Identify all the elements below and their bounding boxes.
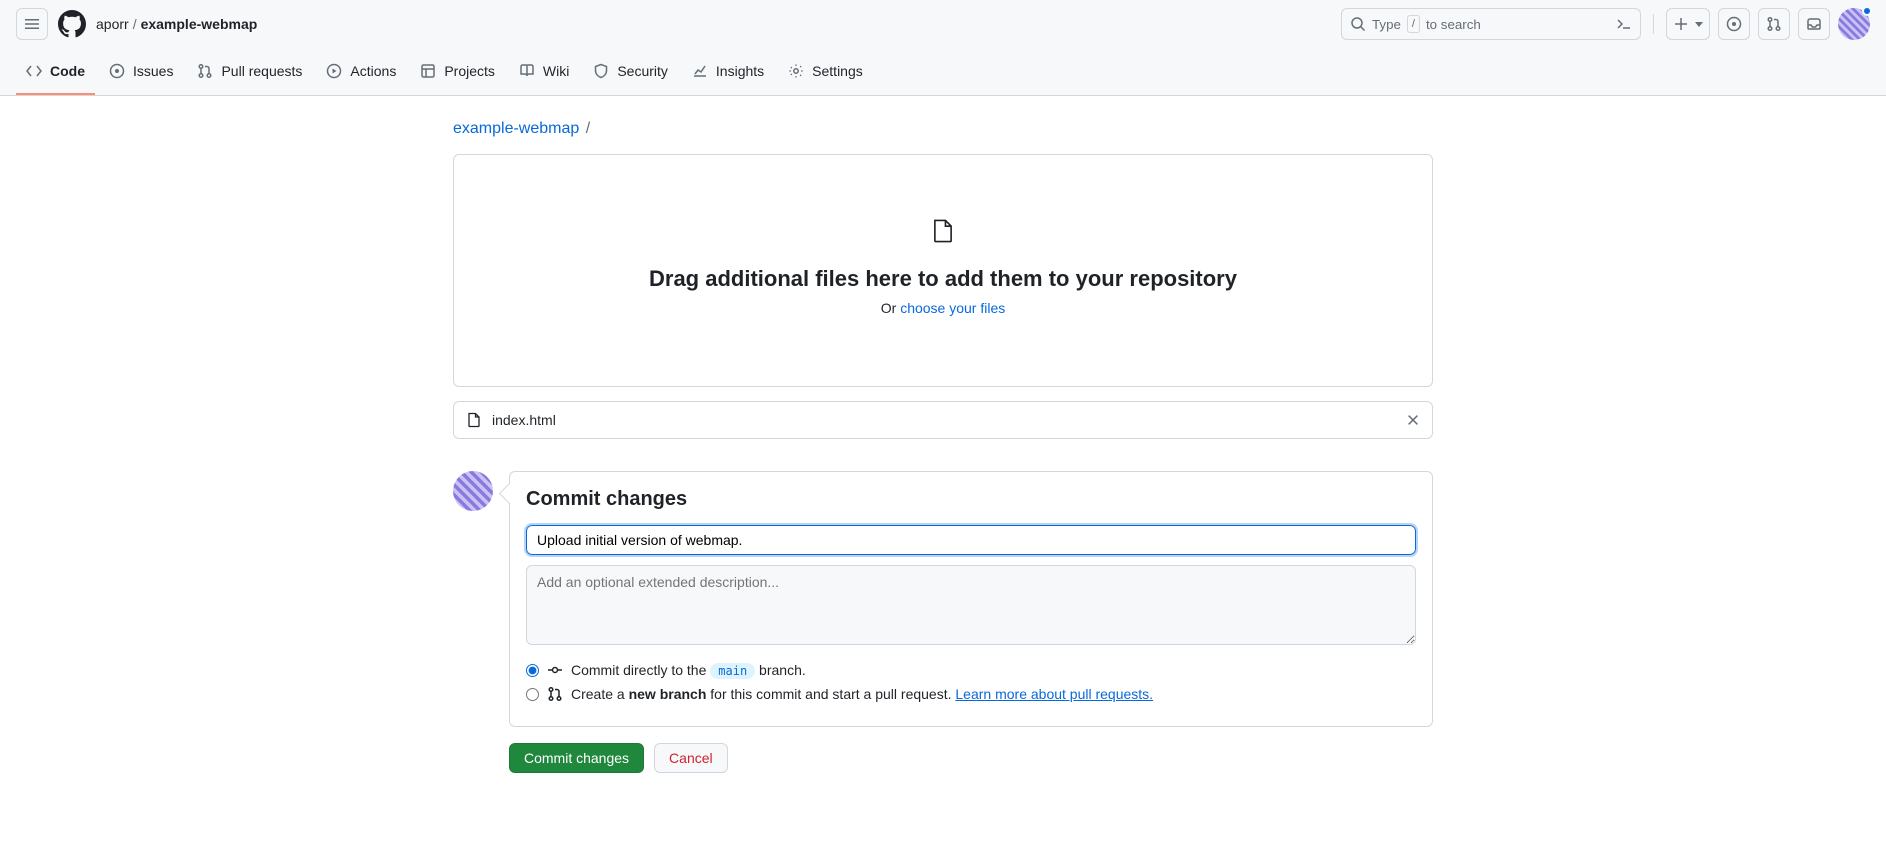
uploaded-file-row: index.html xyxy=(453,401,1433,439)
tab-insights[interactable]: Insights xyxy=(682,49,774,95)
commit-direct-text: Commit directly to the xyxy=(571,662,710,678)
commit-direct-option[interactable]: Commit directly to the main branch. xyxy=(526,662,1416,678)
commit-branch-bold: new branch xyxy=(629,686,707,702)
path-repo-link[interactable]: example-webmap xyxy=(453,120,579,137)
learn-pr-link[interactable]: Learn more about pull requests. xyxy=(955,686,1153,702)
dropzone-title: Drag additional files here to add them t… xyxy=(474,266,1412,292)
tab-label: Projects xyxy=(444,63,495,79)
global-search[interactable]: Type / to search xyxy=(1341,8,1641,40)
caret-down-icon xyxy=(1695,20,1703,28)
file-path-breadcrumb: example-webmap / xyxy=(453,120,1433,138)
breadcrumb-repo[interactable]: example-webmap xyxy=(141,16,258,32)
tab-label: Security xyxy=(617,63,668,79)
hamburger-icon xyxy=(24,16,40,32)
dropzone-or-text: Or xyxy=(881,300,900,316)
commit-direct-radio[interactable] xyxy=(526,664,539,677)
tab-settings[interactable]: Settings xyxy=(778,49,873,95)
commit-branch-radio[interactable] xyxy=(526,688,539,701)
commit-direct-suffix: branch. xyxy=(755,662,806,678)
notification-dot-icon xyxy=(1862,6,1872,16)
tab-security[interactable]: Security xyxy=(583,49,678,95)
tab-code[interactable]: Code xyxy=(16,49,95,95)
tab-label: Pull requests xyxy=(221,63,302,79)
commit-summary-input[interactable] xyxy=(526,525,1416,555)
search-slash-key: / xyxy=(1407,15,1420,33)
issue-opened-icon xyxy=(1726,16,1742,32)
commit-section: Commit changes Commit directly to the ma… xyxy=(453,471,1433,727)
dropzone-subtitle: Or choose your files xyxy=(474,300,1412,316)
repo-nav: Code Issues Pull requests Actions Projec… xyxy=(0,48,1886,96)
tab-label: Actions xyxy=(350,63,396,79)
tab-issues[interactable]: Issues xyxy=(99,49,183,95)
remove-file-button[interactable] xyxy=(1406,413,1420,427)
main-content: example-webmap / Drag additional files h… xyxy=(437,96,1449,813)
commit-branch-option[interactable]: Create a new branch for this commit and … xyxy=(526,686,1416,702)
hamburger-menu-button[interactable] xyxy=(16,8,48,40)
issues-button[interactable] xyxy=(1718,8,1750,40)
tab-label: Code xyxy=(50,63,85,79)
git-pull-request-icon xyxy=(547,686,563,702)
commit-branch-suffix: for this commit and start a pull request… xyxy=(706,686,955,702)
tab-label: Settings xyxy=(812,63,863,79)
tab-wiki[interactable]: Wiki xyxy=(509,49,579,95)
create-new-button[interactable] xyxy=(1666,8,1710,40)
search-placeholder-suffix: to search xyxy=(1426,17,1481,32)
branch-badge: main xyxy=(710,663,755,679)
uploaded-file-name: index.html xyxy=(492,412,556,428)
commit-description-textarea[interactable] xyxy=(526,565,1416,645)
search-placeholder-prefix: Type xyxy=(1372,17,1401,32)
tab-label: Issues xyxy=(133,63,173,79)
divider xyxy=(1653,14,1654,34)
notifications-button[interactable] xyxy=(1798,8,1830,40)
tab-pull-requests[interactable]: Pull requests xyxy=(187,49,312,95)
commit-changes-button[interactable]: Commit changes xyxy=(509,743,644,773)
commit-heading: Commit changes xyxy=(526,488,1416,511)
breadcrumb-separator: / xyxy=(133,16,137,32)
github-mark-icon xyxy=(58,10,86,38)
top-header: aporr / example-webmap Type / to search xyxy=(0,0,1886,48)
commit-actions: Commit changes Cancel xyxy=(509,743,1433,773)
search-icon xyxy=(1350,16,1366,32)
tab-projects[interactable]: Projects xyxy=(410,49,505,95)
user-avatar-small xyxy=(453,471,493,511)
user-avatar[interactable] xyxy=(1838,8,1870,40)
github-logo[interactable] xyxy=(56,8,88,40)
git-commit-icon xyxy=(547,662,563,678)
pull-requests-button[interactable] xyxy=(1758,8,1790,40)
cancel-button[interactable]: Cancel xyxy=(654,743,728,773)
commit-form: Commit changes Commit directly to the ma… xyxy=(509,471,1433,727)
file-icon xyxy=(930,215,956,247)
breadcrumb-owner[interactable]: aporr xyxy=(96,16,129,32)
choose-files-link[interactable]: choose your files xyxy=(900,300,1005,316)
git-pull-request-icon xyxy=(1766,16,1782,32)
inbox-icon xyxy=(1806,16,1822,32)
repo-breadcrumb: aporr / example-webmap xyxy=(96,16,257,32)
command-palette-icon xyxy=(1616,16,1632,32)
plus-icon xyxy=(1673,16,1689,32)
file-icon xyxy=(466,412,482,428)
file-dropzone[interactable]: Drag additional files here to add them t… xyxy=(453,154,1433,387)
commit-branch-text: Create a xyxy=(571,686,629,702)
tab-label: Wiki xyxy=(543,63,569,79)
tab-label: Insights xyxy=(716,63,764,79)
path-separator: / xyxy=(586,120,590,137)
close-icon xyxy=(1406,413,1420,427)
tab-actions[interactable]: Actions xyxy=(316,49,406,95)
